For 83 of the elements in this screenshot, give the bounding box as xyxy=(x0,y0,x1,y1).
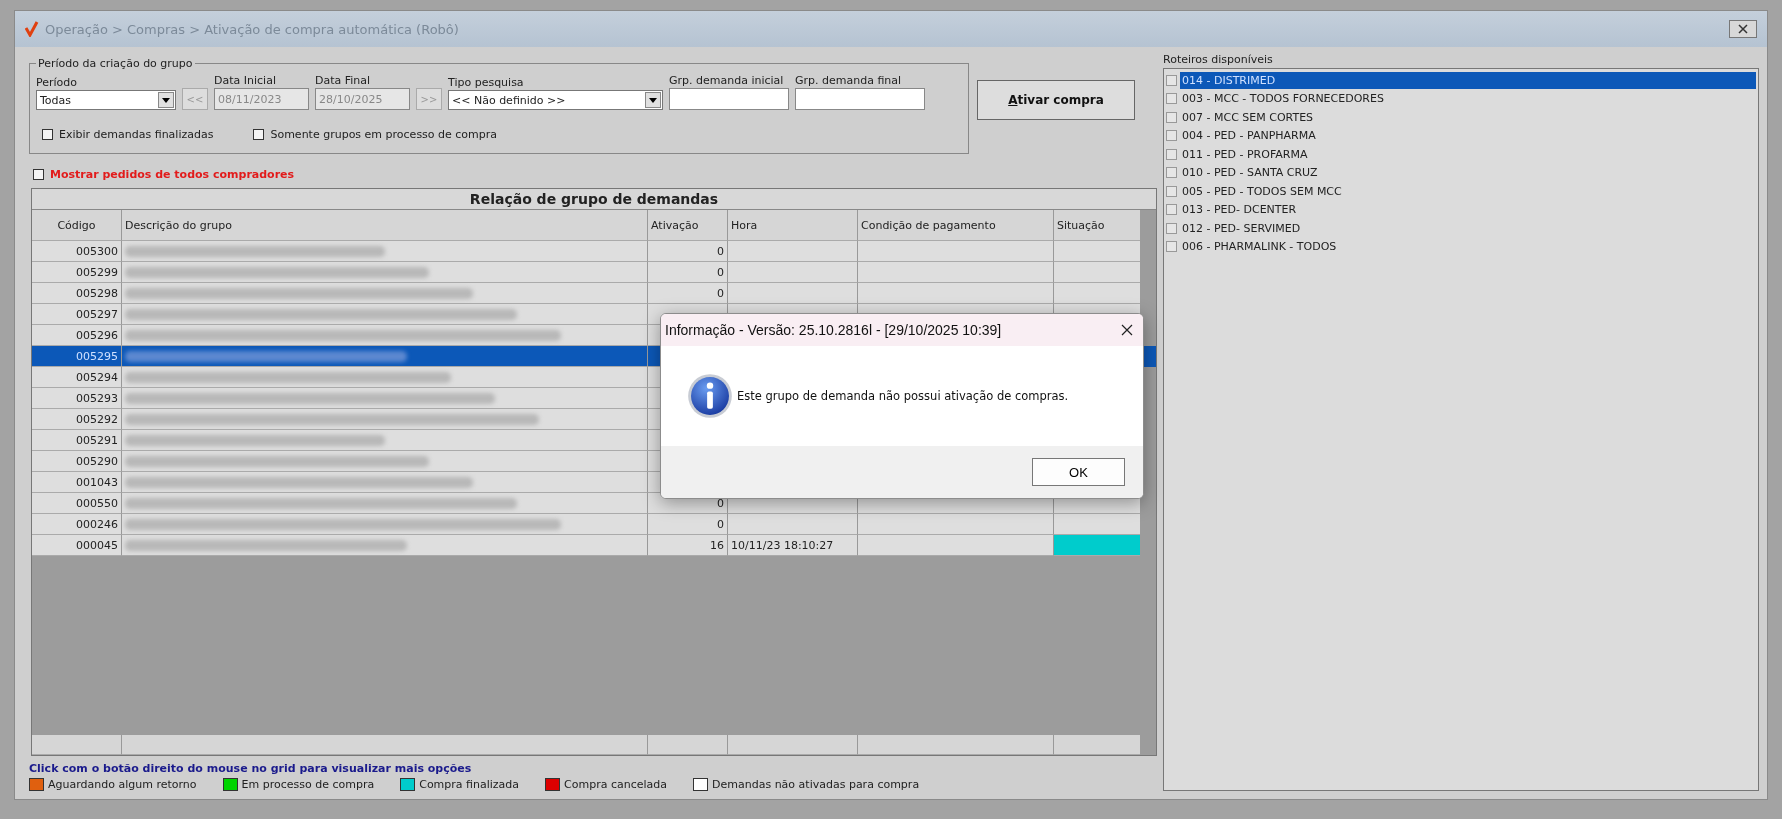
dialog-message: Este grupo de demanda não possui ativação de compras. xyxy=(737,389,1069,403)
field-label: Data Final xyxy=(315,74,372,87)
list-item[interactable]: 005 - PED - TODOS SEM MCC xyxy=(1180,182,1756,200)
legend-label: Em processo de compra xyxy=(241,778,375,791)
checkbox[interactable] xyxy=(1166,222,1177,234)
list-item[interactable]: 011 - PED - PROFARMA xyxy=(1180,145,1756,163)
field-label: Grp. demanda inicial xyxy=(669,74,785,87)
column-header[interactable]: Hora xyxy=(728,210,858,241)
table-cell[interactable]: 005300 xyxy=(32,241,122,262)
table-cell: 16 xyxy=(648,535,728,556)
table-cell: 0 xyxy=(648,283,728,304)
table-cell[interactable]: 005298 xyxy=(32,283,122,304)
checkbox[interactable] xyxy=(1166,167,1177,179)
table-cell[interactable]: 005290 xyxy=(32,451,122,472)
dialog-title: Informação - Versão: 25.10.2816l - [29/10/2025 10:39] xyxy=(665,322,1002,338)
column-header[interactable]: Código xyxy=(32,210,122,241)
list-item[interactable]: 006 - PHARMALINK - TODOS xyxy=(1180,238,1756,256)
legend-label: Aguardando algum retorno xyxy=(48,778,197,791)
checkbox[interactable] xyxy=(253,129,265,140)
checkbox-label: Mostrar pedidos de todos compradores xyxy=(50,168,295,181)
checkbox[interactable] xyxy=(42,129,53,140)
group-title: Período da criação do grupo xyxy=(37,57,194,70)
ok-button[interactable]: OK xyxy=(1032,458,1125,486)
table-cell: 0 xyxy=(648,262,728,283)
table-cell[interactable]: 005292 xyxy=(32,409,122,430)
close-icon[interactable] xyxy=(1121,324,1133,336)
list-item[interactable]: 007 - MCC SEM CORTES xyxy=(1180,108,1756,126)
list-item[interactable]: 014 - DISTRIMED xyxy=(1180,71,1756,89)
column-header[interactable]: Situação xyxy=(1054,210,1140,241)
field-label: Data Inicial xyxy=(214,74,277,87)
table-cell[interactable]: 001043 xyxy=(32,472,122,493)
checkbox-label: Exibir demandas finalizadas xyxy=(59,128,214,141)
list-item[interactable]: 010 - PED - SANTA CRUZ xyxy=(1180,164,1756,182)
checkbox[interactable] xyxy=(1166,74,1177,86)
table-cell[interactable]: 000550 xyxy=(32,493,122,514)
legend-label: Demandas não ativadas para compra xyxy=(712,778,920,791)
close-icon[interactable] xyxy=(1729,20,1757,38)
table-cell[interactable]: 005291 xyxy=(32,430,122,451)
table-cell[interactable]: 005295 xyxy=(32,346,122,367)
dropdown-arrow-icon xyxy=(162,97,170,103)
checkbox[interactable] xyxy=(1166,204,1177,216)
table-cell[interactable]: 005293 xyxy=(32,388,122,409)
checkbox[interactable] xyxy=(1166,241,1177,253)
app-logo-icon xyxy=(25,21,39,37)
window-title: Operação > Compras > Ativação de compra automática (Robô) xyxy=(45,21,460,37)
checkbox[interactable] xyxy=(1166,130,1177,142)
list-item[interactable]: 013 - PED- DCENTER xyxy=(1180,201,1756,219)
legend-label: Compra finalizada xyxy=(419,778,520,791)
hint-text: Click com o botão direito do mouse no grid para visualizar mais opções xyxy=(29,762,473,775)
dropdown-arrow-icon xyxy=(649,97,657,103)
list-title: Roteiros disponíveis xyxy=(1163,53,1274,66)
table-cell[interactable]: 005294 xyxy=(32,367,122,388)
checkbox[interactable] xyxy=(1166,111,1177,123)
list-item[interactable]: 004 - PED - PANPHARMA xyxy=(1180,127,1756,145)
checkbox[interactable] xyxy=(1166,93,1177,105)
legend-label: Compra cancelada xyxy=(564,778,668,791)
table-cell: 0 xyxy=(648,241,728,262)
table-cell: 10/11/23 18:10:27 xyxy=(728,535,858,556)
field-label: Período xyxy=(36,76,79,89)
checkbox[interactable] xyxy=(33,169,44,180)
list-item[interactable]: 003 - MCC - TODOS FORNECEDORES xyxy=(1180,90,1756,108)
column-header[interactable]: Descrição do grupo xyxy=(122,210,648,241)
activate-purchase-button[interactable]: Ativar compra xyxy=(977,80,1135,120)
checkbox[interactable] xyxy=(1166,148,1177,160)
table-cell: 0 xyxy=(648,514,728,535)
info-icon xyxy=(687,373,733,419)
checkbox-label: Somente grupos em processo de compra xyxy=(270,128,498,141)
final-group-field[interactable] xyxy=(795,88,925,110)
table-cell[interactable]: 005297 xyxy=(32,304,122,325)
column-header[interactable]: Condição de pagamento xyxy=(858,210,1054,241)
field-label: Grp. demanda final xyxy=(795,74,903,87)
table-cell[interactable]: 005299 xyxy=(32,262,122,283)
table-cell[interactable]: 000246 xyxy=(32,514,122,535)
search-type-dropdown[interactable]: << Não definido >> xyxy=(448,90,663,110)
column-header[interactable]: Ativação xyxy=(648,210,728,241)
checkbox[interactable] xyxy=(1166,185,1177,197)
table-cell[interactable]: 005296 xyxy=(32,325,122,346)
field-label: Tipo pesquisa xyxy=(448,76,525,89)
grid-title: Relação de grupo de demandas xyxy=(32,189,1156,210)
period-dropdown[interactable]: Todas xyxy=(36,90,176,110)
table-cell[interactable]: 000045 xyxy=(32,535,122,556)
initial-group-field[interactable] xyxy=(669,88,789,110)
list-item[interactable]: 012 - PED- SERVIMED xyxy=(1180,219,1756,237)
